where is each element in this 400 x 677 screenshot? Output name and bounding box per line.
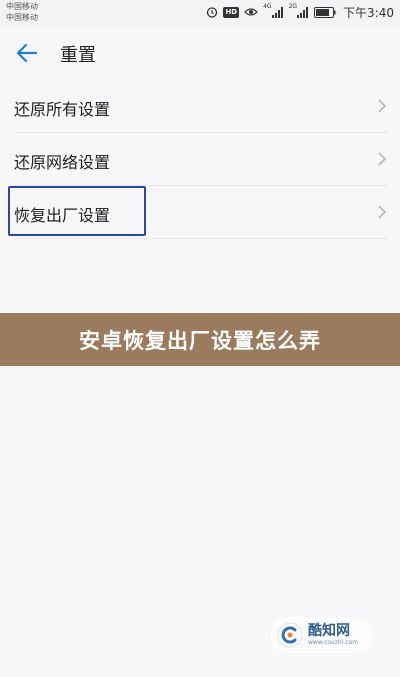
coozhi-logo-icon (277, 622, 303, 648)
divider (14, 238, 388, 239)
carrier-label-2: 中国移动 (6, 13, 38, 22)
back-button[interactable] (14, 40, 40, 66)
watermark: 酷知网 www.coozhi.com (270, 617, 374, 653)
watermark-name: 酷知网 (308, 623, 350, 639)
status-time: 下午3:40 (343, 5, 394, 20)
menu-item-reset-all-settings[interactable]: 还原所有设置 (0, 80, 400, 133)
status-bar: 中国移动 中国移动 HD 4G 2G 下午3:40 (0, 0, 400, 26)
chevron-right-icon (378, 205, 387, 219)
eye-icon (244, 7, 258, 17)
chevron-right-icon (378, 99, 387, 113)
carrier-label-1: 中国移动 (6, 2, 38, 11)
battery-icon (314, 6, 336, 18)
signal-icon: 4G (263, 3, 283, 18)
signal-icon: 2G (288, 3, 309, 18)
chevron-right-icon (378, 152, 387, 166)
highlight-annotation-box (8, 186, 146, 236)
app-bar: 重置 (0, 26, 400, 80)
watermark-url: www.coozhi.com (308, 639, 359, 646)
hd-icon: HD (223, 6, 240, 18)
title-banner: 安卓恢复出厂设置怎么弄 (0, 313, 400, 366)
signal-4g-label: 4G (263, 3, 272, 10)
back-arrow-icon (16, 43, 38, 63)
menu-item-label: 还原网络设置 (14, 153, 111, 172)
banner-title: 安卓恢复出厂设置怎么弄 (79, 328, 321, 353)
alarm-icon (206, 6, 218, 18)
status-icons: HD 4G 2G 下午3:40 (206, 4, 394, 20)
signal-2g-label: 2G (288, 3, 298, 10)
menu-item-reset-network-settings[interactable]: 还原网络设置 (0, 133, 400, 186)
page-title: 重置 (60, 45, 96, 66)
menu-item-label: 还原所有设置 (14, 100, 111, 119)
